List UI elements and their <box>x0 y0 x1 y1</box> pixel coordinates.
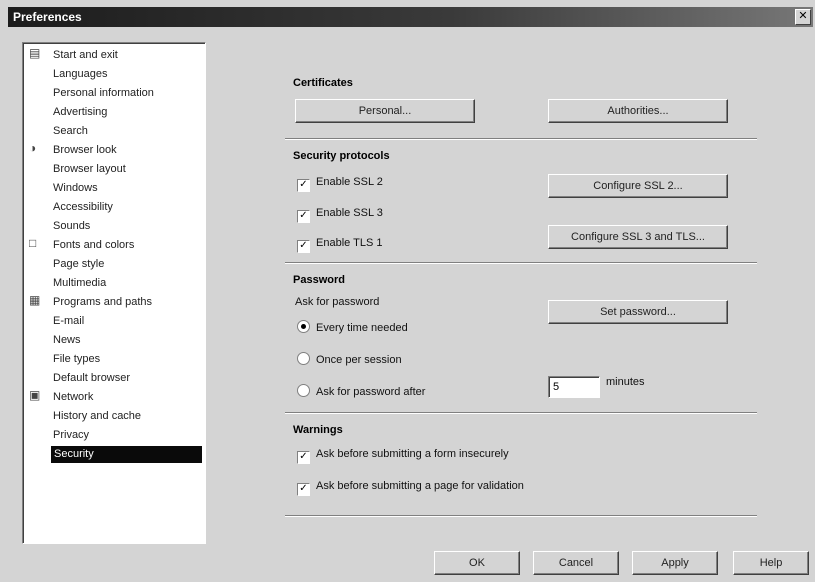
tree-item-file-types[interactable]: File types <box>53 351 100 368</box>
ask-after-minutes-radio[interactable]: Ask for password after <box>297 384 425 400</box>
tree-item-news[interactable]: News <box>53 332 81 349</box>
warnings-title: Warnings <box>293 424 343 436</box>
configure-ssl3-tls-button[interactable]: Configure SSL 3 and TLS... <box>548 225 728 249</box>
apply-button[interactable]: Apply <box>632 551 718 575</box>
tree-item-security[interactable]: Security <box>51 446 202 463</box>
tree-item-default-browser[interactable]: Default browser <box>53 370 130 387</box>
once-per-session-radio[interactable]: Once per session <box>297 352 402 368</box>
tree-item-page-style[interactable]: Page style <box>53 256 104 273</box>
document-icon: ▤ <box>29 46 41 60</box>
every-time-needed-radio[interactable]: Every time needed <box>297 320 408 336</box>
check-icon: ✓ <box>297 210 310 223</box>
set-password-button[interactable]: Set password... <box>548 300 728 324</box>
network-icon: ▣ <box>29 388 41 402</box>
warnings-group <box>285 427 757 516</box>
enable-ssl3-checkbox[interactable]: ✓ Enable SSL 3 <box>297 205 383 223</box>
password-minutes-input[interactable] <box>548 376 600 398</box>
tree-item-sounds[interactable]: Sounds <box>53 218 90 235</box>
check-icon: ✓ <box>297 451 310 464</box>
help-button[interactable]: Help <box>733 551 809 575</box>
password-title: Password <box>293 274 345 286</box>
eye-icon: ◑ <box>29 141 37 155</box>
security-protocols-title: Security protocols <box>293 150 390 162</box>
authorities-button[interactable]: Authorities... <box>548 99 728 123</box>
minutes-label: minutes <box>606 376 645 388</box>
tree-item-advertising[interactable]: Advertising <box>53 104 107 121</box>
tree-item-start-and-exit[interactable]: Start and exit <box>53 47 118 64</box>
warn-validation-checkbox[interactable]: ✓ Ask before submitting a page for valida… <box>297 478 524 496</box>
tree-item-email[interactable]: E-mail <box>53 313 84 330</box>
window-title: Preferences <box>13 10 82 24</box>
warn-insecure-form-checkbox[interactable]: ✓ Ask before submitting a form insecurely <box>297 446 509 464</box>
configure-ssl2-button[interactable]: Configure SSL 2... <box>548 174 728 198</box>
preferences-dialog: Preferences ✕ ▤ ◑ □ ▦ ▣ Start and exit L… <box>0 0 815 582</box>
tree-item-multimedia[interactable]: Multimedia <box>53 275 106 292</box>
check-icon: ✓ <box>297 483 310 496</box>
check-icon: ✓ <box>297 179 310 192</box>
tree-item-fonts-and-colors[interactable]: Fonts and colors <box>53 237 134 254</box>
close-icon[interactable]: ✕ <box>795 9 811 25</box>
program-icon: ▦ <box>29 293 41 307</box>
tree-item-personal-information[interactable]: Personal information <box>53 85 154 102</box>
tree-item-browser-look[interactable]: Browser look <box>53 142 117 159</box>
enable-tls1-checkbox[interactable]: ✓ Enable TLS 1 <box>297 235 382 253</box>
tree-item-languages[interactable]: Languages <box>53 66 107 83</box>
tree-item-accessibility[interactable]: Accessibility <box>53 199 113 216</box>
tree-item-privacy[interactable]: Privacy <box>53 427 89 444</box>
tree-item-browser-layout[interactable]: Browser layout <box>53 161 126 178</box>
check-icon: ✓ <box>297 240 310 253</box>
enable-ssl2-checkbox[interactable]: ✓ Enable SSL 2 <box>297 174 383 192</box>
certificates-title: Certificates <box>293 77 353 89</box>
tree-item-programs-and-paths[interactable]: Programs and paths <box>53 294 152 311</box>
tree-item-history-and-cache[interactable]: History and cache <box>53 408 141 425</box>
tree-item-network[interactable]: Network <box>53 389 93 406</box>
font-icon: □ <box>29 236 37 250</box>
cancel-button[interactable]: Cancel <box>533 551 619 575</box>
title-bar[interactable]: Preferences ✕ <box>8 7 813 27</box>
ok-button[interactable]: OK <box>434 551 520 575</box>
personal-certificates-button[interactable]: Personal... <box>295 99 475 123</box>
ask-for-password-label: Ask for password <box>295 296 380 308</box>
tree-item-search[interactable]: Search <box>53 123 88 140</box>
tree-item-windows[interactable]: Windows <box>53 180 98 197</box>
category-tree[interactable]: ▤ ◑ □ ▦ ▣ Start and exit Languages Perso… <box>22 42 206 544</box>
